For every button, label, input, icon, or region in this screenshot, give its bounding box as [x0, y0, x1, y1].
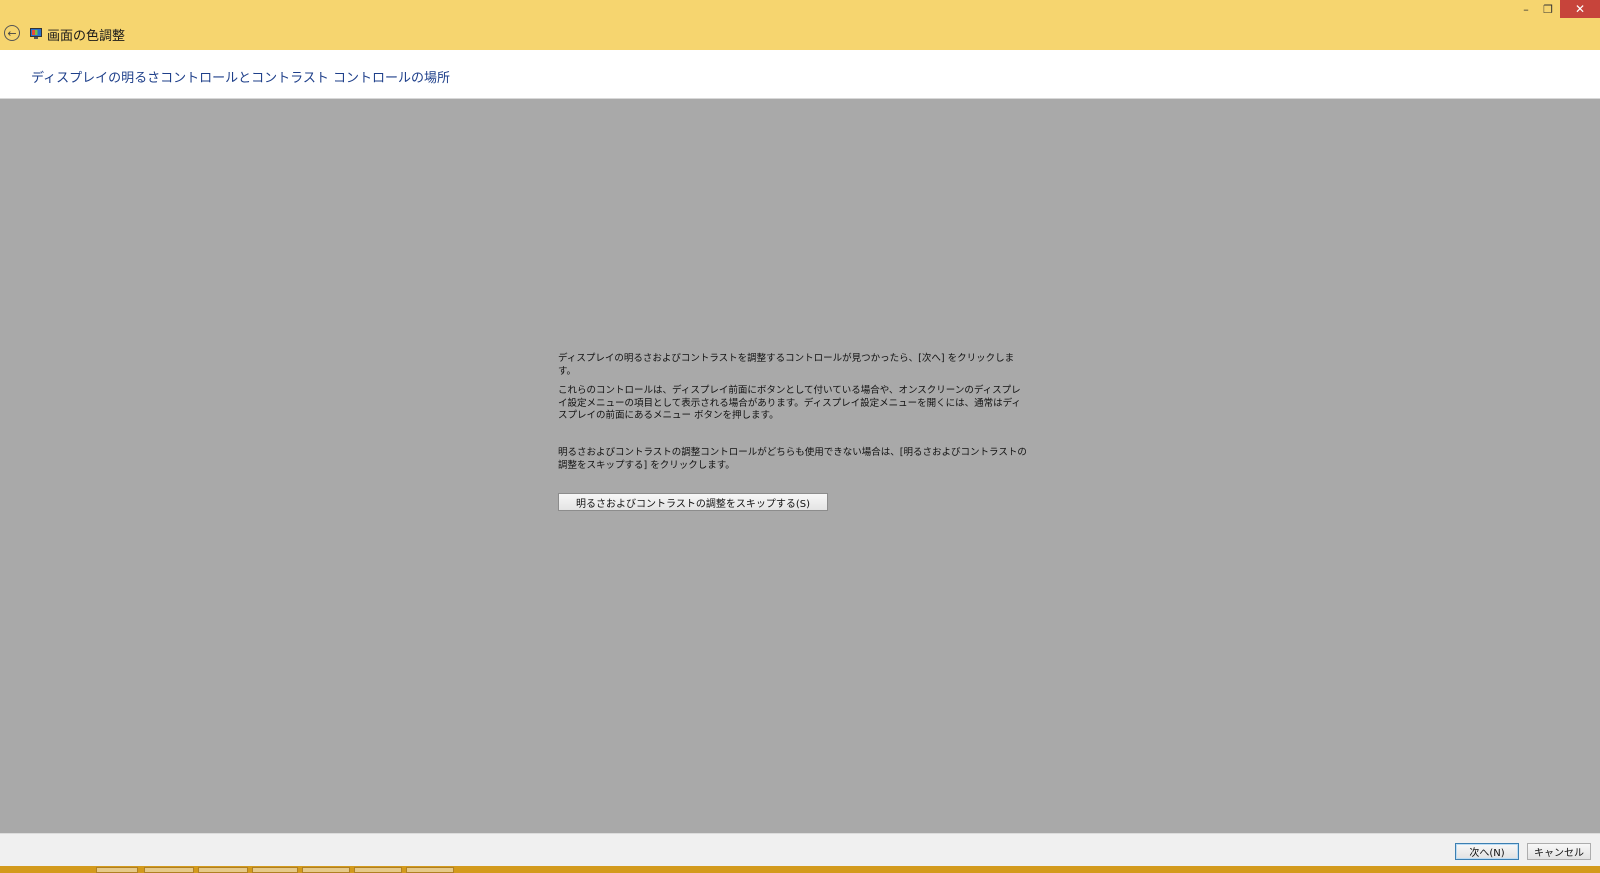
- cancel-button[interactable]: キャンセル: [1527, 843, 1591, 860]
- taskbar-item[interactable]: [96, 867, 138, 873]
- taskbar-item[interactable]: [354, 867, 402, 873]
- page-title: ディスプレイの明るさコントロールとコントラスト コントロールの場所: [31, 71, 450, 86]
- instruction-paragraph-1: ディスプレイの明るさおよびコントラストを調整するコントロールが見つかったら、[次…: [558, 353, 1015, 377]
- close-button[interactable]: ✕: [1560, 0, 1600, 18]
- display-calibration-icon: [30, 25, 42, 39]
- taskbar-item[interactable]: [198, 867, 248, 873]
- instruction-paragraph-2: これらのコントロールは、ディスプレイ前面にボタンとして付いている場合や、オンスク…: [558, 385, 1021, 421]
- taskbar: [0, 866, 1600, 873]
- taskbar-item[interactable]: [302, 867, 350, 873]
- next-button[interactable]: 次へ(N): [1455, 843, 1519, 860]
- taskbar-item[interactable]: [144, 867, 194, 873]
- instruction-paragraph-3: 明るさおよびコントラストの調整コントロールがどちらも使用できない場合は、[明るさ…: [558, 447, 1027, 471]
- back-arrow-icon[interactable]: ←: [4, 25, 20, 41]
- minimize-button[interactable]: –: [1515, 0, 1537, 18]
- maximize-button[interactable]: ❐: [1537, 0, 1559, 18]
- taskbar-item[interactable]: [252, 867, 298, 873]
- footer-bar: 次へ(N) キャンセル: [0, 833, 1600, 866]
- page-header: ディスプレイの明るさコントロールとコントラスト コントロールの場所: [0, 50, 1600, 99]
- window-title: 画面の色調整: [47, 29, 126, 44]
- skip-adjustment-button[interactable]: 明るさおよびコントラストの調整をスキップする(S): [558, 493, 828, 511]
- title-bar: ← 画面の色調整 – ❐ ✕: [0, 0, 1600, 50]
- taskbar-item[interactable]: [406, 867, 454, 873]
